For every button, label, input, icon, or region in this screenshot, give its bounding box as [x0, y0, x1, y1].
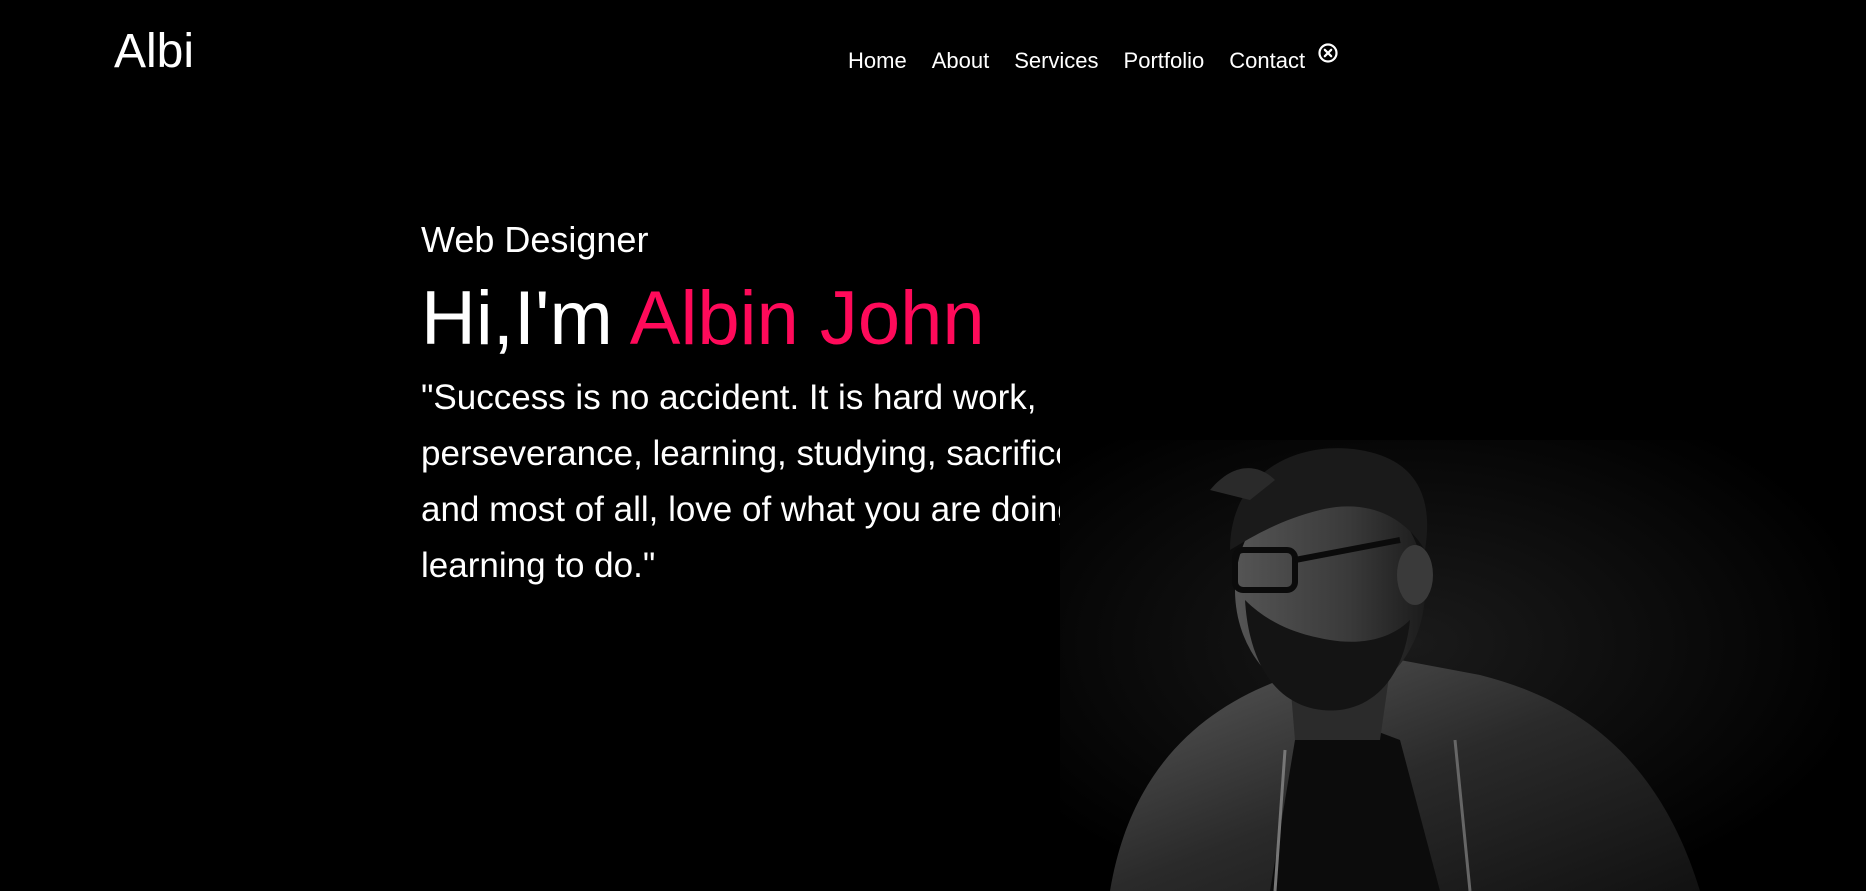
main-nav: Home About Services Portfolio Contact: [848, 43, 1339, 76]
nav-link-portfolio[interactable]: Portfolio: [1124, 46, 1205, 76]
nav-link-home[interactable]: Home: [848, 46, 907, 76]
nav-link-services[interactable]: Services: [1014, 46, 1098, 76]
hero-headline: Hi,I'm Albin John: [421, 276, 1141, 362]
page: Albi Home About Services Portfolio Conta…: [0, 0, 1866, 891]
site-logo[interactable]: Albi: [114, 24, 194, 80]
hero-greeting: Hi,I'm: [421, 276, 613, 361]
hero-name: Albin John: [629, 276, 985, 361]
hero-quote: "Success is no accident. It is hard work…: [421, 378, 1118, 585]
nav-link-contact[interactable]: Contact: [1229, 46, 1305, 76]
hero-section: Web Designer Hi,I'm Albin John "Success …: [421, 214, 1141, 594]
close-circle-icon[interactable]: [1317, 42, 1339, 64]
hero-subtitle: Web Designer: [421, 219, 649, 260]
portrait-photo: [1060, 440, 1840, 891]
nav-link-about[interactable]: About: [932, 46, 990, 76]
